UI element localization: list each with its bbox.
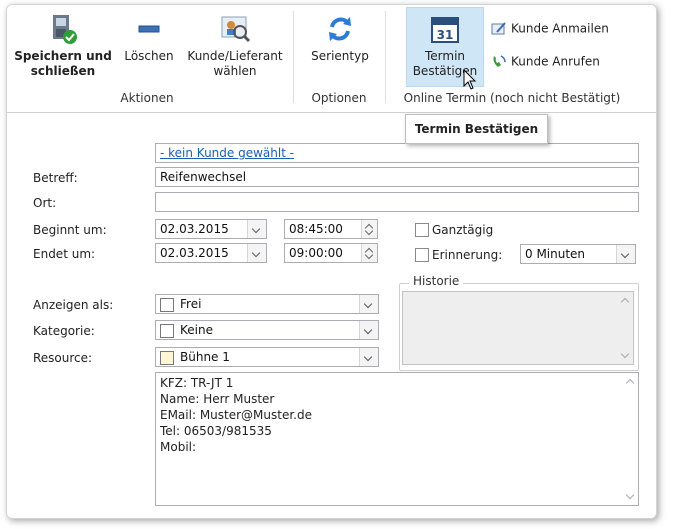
history-label: Historie	[409, 274, 464, 288]
location-label: Ort:	[33, 196, 57, 210]
recurrence-icon	[329, 17, 351, 41]
notes-line: KFZ: TR-JT 1	[160, 376, 234, 390]
notes-line: Mobil:	[160, 440, 197, 454]
series-type-label: Serientyp	[311, 49, 369, 63]
show-as-select[interactable]: Frei	[155, 294, 379, 314]
color-swatch	[160, 324, 174, 338]
chevron-down-icon[interactable]	[359, 321, 378, 339]
time-spinner[interactable]	[361, 220, 377, 238]
svg-text:31: 31	[437, 28, 454, 42]
notes-textarea[interactable]: KFZ: TR-JT 1 Name: Herr Muster EMail: Must…	[155, 372, 639, 506]
ribbon: Speichern und schließen Löschen Kunde/Li…	[7, 5, 656, 113]
time-spinner[interactable]	[361, 244, 377, 262]
location-input[interactable]	[155, 192, 639, 212]
appointment-window: Speichern und schließen Löschen Kunde/Li…	[6, 4, 657, 519]
delete-label: Löschen	[124, 49, 174, 63]
calendar-icon: 31	[431, 17, 459, 43]
end-date-value: 02.03.2015	[160, 246, 229, 260]
all-day-label: Ganztägig	[432, 223, 494, 237]
show-as-label: Anzeigen als:	[33, 298, 114, 312]
resource-label: Resource:	[33, 351, 93, 365]
phone-icon	[493, 55, 506, 67]
reminder-checkbox[interactable]	[415, 248, 429, 262]
group-separator	[293, 11, 294, 103]
notes-line: EMail: Muster@Muster.de	[160, 408, 312, 422]
start-label: Beginnt um:	[33, 223, 107, 237]
color-swatch	[160, 351, 174, 365]
notes-line: Tel: 06503/981535	[160, 424, 272, 438]
customer-field[interactable]: - kein Kunde gewählt -	[155, 143, 639, 163]
reminder-select[interactable]: 0 Minuten	[520, 244, 636, 264]
start-time-input[interactable]: 08:45:00	[284, 219, 378, 239]
chevron-down-icon[interactable]	[359, 348, 378, 366]
call-customer-button[interactable]: Kunde Anrufen	[491, 54, 600, 70]
chevron-down-icon[interactable]	[247, 220, 266, 238]
start-date-picker[interactable]: 02.03.2015	[155, 219, 267, 239]
save-close-icon	[53, 15, 77, 44]
call-customer-label: Kunde Anrufen	[511, 54, 600, 69]
delete-button[interactable]: Löschen	[121, 13, 177, 64]
subject-input[interactable]: Reifenwechsel	[155, 167, 639, 187]
customer-search-icon	[221, 16, 251, 43]
email-customer-label: Kunde Anmailen	[511, 21, 609, 36]
customer-link[interactable]: - kein Kunde gewählt -	[160, 146, 294, 160]
email-customer-button[interactable]: Kunde Anmailen	[491, 21, 609, 37]
save-close-label: Speichern und schließen	[14, 49, 112, 78]
start-date-value: 02.03.2015	[160, 222, 229, 236]
end-label: Endet um:	[33, 247, 96, 261]
end-date-picker[interactable]: 02.03.2015	[155, 243, 267, 263]
mouse-cursor-icon	[463, 69, 477, 90]
notes-scrollbar[interactable]	[622, 373, 638, 505]
choose-customer-button[interactable]: Kunde/Lieferant wählen	[183, 13, 287, 79]
color-swatch	[160, 298, 174, 312]
group-label-actions: Aktionen	[120, 91, 174, 105]
chevron-down-icon[interactable]	[616, 245, 635, 263]
series-type-button[interactable]: Serientyp	[305, 13, 375, 64]
subject-label: Betreff:	[33, 171, 78, 185]
resource-value: Bühne 1	[180, 350, 230, 364]
notes-line: Name: Herr Muster	[160, 392, 275, 406]
notes-text: KFZ: TR-JT 1 Name: Herr Muster EMail: Must…	[160, 375, 634, 455]
end-time-input[interactable]: 09:00:00	[284, 243, 378, 263]
group-label-online: Online Termin (noch nicht Bestätigt)	[403, 91, 621, 105]
chevron-down-icon[interactable]	[359, 295, 378, 313]
start-time-value: 08:45:00	[289, 222, 343, 236]
history-textarea[interactable]	[402, 291, 634, 365]
choose-customer-label: Kunde/Lieferant wählen	[187, 49, 283, 78]
reminder-value: 0 Minuten	[525, 247, 586, 261]
chevron-down-icon[interactable]	[247, 244, 266, 262]
minus-icon	[138, 25, 160, 33]
reminder-label: Erinnerung:	[432, 248, 503, 262]
resource-select[interactable]: Bühne 1	[155, 347, 379, 367]
show-as-value: Frei	[180, 297, 202, 311]
category-label: Kategorie:	[33, 324, 95, 338]
category-value: Keine	[180, 323, 213, 337]
tooltip: Termin Bestätigen	[405, 114, 548, 144]
all-day-checkbox[interactable]	[415, 223, 429, 237]
history-scrollbar[interactable]	[617, 292, 633, 364]
group-separator	[385, 11, 386, 103]
group-label-options: Optionen	[311, 91, 367, 105]
end-time-value: 09:00:00	[289, 246, 343, 260]
save-close-button[interactable]: Speichern und schließen	[13, 13, 113, 79]
category-select[interactable]: Keine	[155, 320, 379, 340]
email-icon	[491, 22, 506, 35]
